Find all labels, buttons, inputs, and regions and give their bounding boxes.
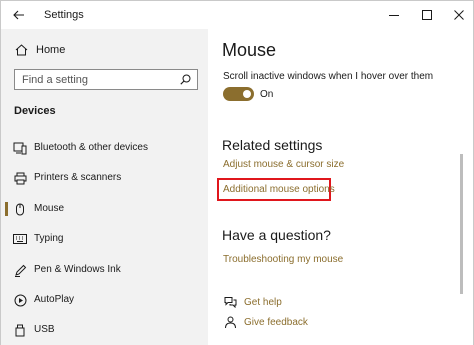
mouse-icon (13, 202, 27, 216)
give-feedback-label: Give feedback (244, 316, 308, 328)
get-help-label: Get help (244, 296, 282, 308)
title-bar: Settings (1, 1, 473, 29)
arrow-left-icon (13, 10, 24, 20)
toggle-knob (243, 90, 251, 98)
app-title: Settings (44, 9, 84, 21)
settings-window: Settings Home Find a setting Devices Blu… (0, 0, 474, 345)
search-box[interactable] (14, 69, 198, 90)
maximize-icon (422, 10, 432, 20)
sidebar-item-pen[interactable]: Pen & Windows Ink (1, 259, 208, 281)
troubleshooting-link[interactable]: Troubleshooting my mouse (223, 254, 343, 265)
toggle-state-label: On (260, 89, 274, 100)
sidebar-item-label: AutoPlay (34, 294, 75, 305)
page-title: Mouse (222, 40, 277, 60)
scroll-inactive-toggle[interactable] (223, 87, 254, 101)
feedback-icon (223, 315, 237, 329)
sidebar-item-typing[interactable]: Typing (1, 228, 208, 250)
additional-mouse-options-link[interactable]: Additional mouse options (223, 184, 335, 195)
close-button[interactable] (445, 4, 473, 26)
sidebar-item-label: Typing (34, 233, 64, 244)
section-label-devices: Devices (14, 105, 56, 117)
search-icon[interactable] (180, 74, 191, 85)
maximize-button[interactable] (413, 4, 441, 26)
sidebar-item-mouse[interactable]: Mouse (1, 198, 208, 220)
usb-icon (13, 323, 27, 337)
sidebar-item-label: Printers & scanners (34, 172, 122, 183)
sidebar-item-label: Bluetooth & other devices (34, 142, 148, 153)
sidebar-item-autoplay[interactable]: AutoPlay (1, 289, 208, 311)
home-icon (15, 44, 28, 56)
get-help-icon (223, 295, 237, 309)
minimize-icon (389, 15, 399, 16)
scroll-inactive-label: Scroll inactive windows when I hover ove… (223, 71, 434, 82)
scrollbar[interactable] (460, 154, 463, 294)
keyboard-icon (13, 232, 27, 246)
sidebar: Home Devices Bluetooth & other devices (1, 29, 208, 345)
minimize-button[interactable] (380, 4, 408, 26)
related-settings-heading: Related settings (222, 137, 323, 153)
sidebar-item-label: Mouse (34, 203, 65, 214)
adjust-mouse-cursor-link[interactable]: Adjust mouse & cursor size (223, 159, 344, 170)
sidebar-item-label: Pen & Windows Ink (34, 264, 121, 275)
give-feedback-link[interactable]: Give feedback (223, 315, 308, 329)
printer-icon (13, 171, 27, 185)
sidebar-item-printers[interactable]: Printers & scanners (1, 167, 208, 189)
search-input[interactable] (22, 72, 172, 87)
selected-indicator (5, 202, 8, 216)
get-help-link[interactable]: Get help (223, 295, 282, 309)
sidebar-item-bluetooth[interactable]: Bluetooth & other devices (1, 137, 208, 159)
pen-icon (13, 263, 27, 277)
home-nav-item[interactable]: Home (15, 44, 65, 56)
sidebar-item-usb[interactable]: USB (1, 319, 208, 341)
close-icon (454, 10, 464, 20)
bluetooth-devices-icon (13, 141, 27, 155)
home-label: Home (36, 44, 66, 56)
sidebar-item-label: USB (34, 324, 55, 335)
back-button[interactable] (7, 4, 31, 26)
have-a-question-heading: Have a question? (222, 227, 331, 243)
autoplay-icon (13, 293, 27, 307)
main-content: Mouse Scroll inactive windows when I hov… (208, 29, 473, 345)
